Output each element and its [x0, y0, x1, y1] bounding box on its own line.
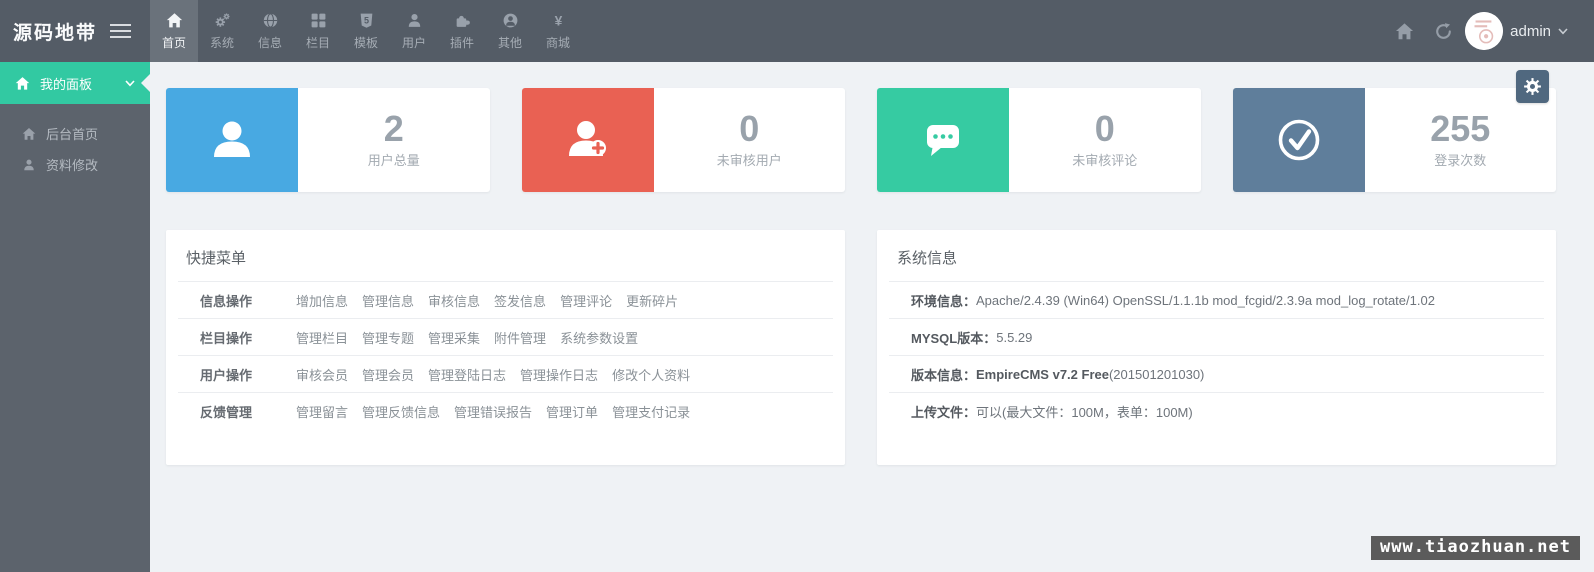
link-add-info[interactable]: 增加信息: [296, 291, 348, 310]
settings-button[interactable]: [1516, 70, 1549, 103]
html5-icon: 5: [360, 13, 372, 28]
sidebar-panel-header[interactable]: 我的面板: [0, 62, 150, 104]
link-review-info[interactable]: 审核信息: [428, 291, 480, 310]
yen-icon: ¥: [554, 12, 562, 28]
link-review-members[interactable]: 审核会员: [296, 365, 348, 384]
brand-logo[interactable]: 源码地带: [13, 18, 97, 45]
tab-other[interactable]: 其他: [486, 0, 534, 62]
home-shortcut-icon[interactable]: [1395, 22, 1414, 41]
home-icon: [22, 127, 36, 140]
link-manage-info[interactable]: 管理信息: [362, 291, 414, 310]
stat-label: 登录次数: [1434, 153, 1487, 168]
top-navbar: 源码地带 首页 系统 信息 栏目 5 模板 用户 插件 其他 ¥ 商城 admi…: [0, 0, 1594, 62]
quick-menu-row: 信息操作 增加信息 管理信息 审核信息 签发信息 管理评论 更新碎片: [178, 281, 833, 318]
globe-icon: [263, 12, 277, 28]
sidebar-item-backend-home[interactable]: 后台首页: [0, 118, 150, 149]
user-icon: [166, 88, 298, 192]
link-manage-columns[interactable]: 管理栏目: [296, 328, 348, 347]
system-info-row-mysql: MYSQL版本： 5.5.29: [889, 318, 1544, 355]
link-operation-logs[interactable]: 管理操作日志: [520, 365, 598, 384]
tab-columns[interactable]: 栏目: [294, 0, 342, 62]
stat-value: 0: [1094, 108, 1115, 149]
quick-menu-panel: 快捷菜单 信息操作 增加信息 管理信息 审核信息 签发信息 管理评论 更新碎片 …: [166, 230, 845, 465]
user-circle-icon: [503, 13, 517, 27]
chevron-down-icon: [1558, 27, 1568, 34]
stat-value: 0: [739, 108, 760, 149]
hamburger-icon[interactable]: [108, 20, 133, 42]
panels-row: 快捷菜单 信息操作 增加信息 管理信息 审核信息 签发信息 管理评论 更新碎片 …: [166, 230, 1556, 465]
quick-menu-title: 快捷菜单: [186, 250, 247, 267]
link-system-params[interactable]: 系统参数设置: [560, 328, 638, 347]
tab-plugins[interactable]: 插件: [438, 0, 486, 62]
link-attachment-manage[interactable]: 附件管理: [494, 328, 546, 347]
svg-text:¥: ¥: [554, 12, 562, 28]
link-manage-comments[interactable]: 管理评论: [560, 291, 612, 310]
system-info-panel: 系统信息 环境信息： Apache/2.4.39 (Win64) OpenSSL/…: [877, 230, 1556, 465]
link-manage-messages[interactable]: 管理留言: [296, 402, 348, 421]
main-nav: 首页 系统 信息 栏目 5 模板 用户 插件 其他 ¥ 商城: [150, 0, 582, 62]
username: admin: [1510, 22, 1551, 40]
link-update-fragments[interactable]: 更新碎片: [626, 291, 678, 310]
link-manage-collect[interactable]: 管理采集: [428, 328, 480, 347]
link-manage-orders[interactable]: 管理订单: [546, 402, 598, 421]
stat-value: 255: [1430, 108, 1491, 149]
main-content: 2 用户总量 0 未审核用户 0 未审核评论 255 登录次数 快捷菜单 信息操…: [150, 62, 1594, 572]
stat-card-login-count: 255 登录次数: [1232, 88, 1556, 192]
sidebar-panel-title: 我的面板: [40, 76, 93, 92]
system-info-row-upload: 上传文件： 可以(最大文件：100M，表单：100M): [889, 392, 1544, 429]
active-arrow-notch: [141, 74, 150, 92]
svg-text:5: 5: [363, 15, 368, 25]
system-info-row-version: 版本信息： EmpireCMS v7.2 Free (201501201030): [889, 355, 1544, 392]
sidebar-item-profile-edit[interactable]: 资料修改: [0, 149, 150, 180]
link-manage-feedback[interactable]: 管理反馈信息: [362, 402, 440, 421]
link-error-reports[interactable]: 管理错误报告: [454, 402, 532, 421]
comment-icon: [877, 88, 1009, 192]
user-icon: [408, 13, 420, 27]
stat-value: 2: [383, 108, 404, 149]
gear-icon: [1524, 78, 1541, 95]
tab-users[interactable]: 用户: [390, 0, 438, 62]
link-login-logs[interactable]: 管理登陆日志: [428, 365, 506, 384]
watermark: www.tiaozhuan.net: [1371, 536, 1580, 560]
tab-info[interactable]: 信息: [246, 0, 294, 62]
tab-templates[interactable]: 5 模板: [342, 0, 390, 62]
user-menu[interactable]: admin: [1465, 12, 1568, 50]
tab-mall[interactable]: ¥ 商城: [534, 0, 582, 62]
avatar[interactable]: [1465, 12, 1504, 50]
puzzle-icon: [456, 15, 470, 27]
stat-label: 用户总量: [367, 153, 420, 168]
quick-menu-row: 反馈管理 管理留言 管理反馈信息 管理错误报告 管理订单 管理支付记录: [178, 392, 833, 429]
chevron-down-icon: [125, 80, 135, 87]
brand-area: 源码地带: [0, 0, 150, 62]
link-issue-info[interactable]: 签发信息: [494, 291, 546, 310]
stat-card-total-users: 2 用户总量: [166, 88, 490, 192]
home-icon: [15, 76, 30, 90]
user-plus-icon: [521, 88, 654, 192]
stat-label: 未审核评论: [1072, 153, 1138, 168]
system-info-row-environment: 环境信息： Apache/2.4.39 (Win64) OpenSSL/1.1.1…: [889, 281, 1544, 318]
tab-system[interactable]: 系统: [198, 0, 246, 62]
sidebar: 我的面板 后台首页 资料修改: [0, 62, 150, 572]
stat-card-unverified-comments: 0 未审核评论: [877, 88, 1201, 192]
home-icon: [166, 12, 182, 27]
grid-icon: [311, 13, 325, 27]
quick-menu-row: 用户操作 审核会员 管理会员 管理登陆日志 管理操作日志 修改个人资料: [178, 355, 833, 392]
link-manage-topics[interactable]: 管理专题: [362, 328, 414, 347]
tab-home[interactable]: 首页: [150, 0, 198, 62]
refresh-icon[interactable]: [1434, 22, 1453, 41]
stat-card-unverified-users: 0 未审核用户: [521, 88, 845, 192]
navbar-right: admin: [1395, 0, 1594, 62]
stat-cards-row: 2 用户总量 0 未审核用户 0 未审核评论 255 登录次数: [166, 88, 1556, 192]
link-manage-members[interactable]: 管理会员: [362, 365, 414, 384]
system-info-title: 系统信息: [897, 250, 958, 267]
quick-menu-row: 栏目操作 管理栏目 管理专题 管理采集 附件管理 系统参数设置: [178, 318, 833, 355]
stat-label: 未审核用户: [716, 153, 782, 168]
check-circle-icon: [1232, 88, 1365, 192]
user-icon: [24, 159, 34, 170]
sidebar-menu: 后台首页 资料修改: [0, 104, 150, 180]
gears-icon: [215, 12, 230, 27]
link-edit-profile[interactable]: 修改个人资料: [612, 365, 690, 384]
link-payment-records[interactable]: 管理支付记录: [612, 402, 690, 421]
